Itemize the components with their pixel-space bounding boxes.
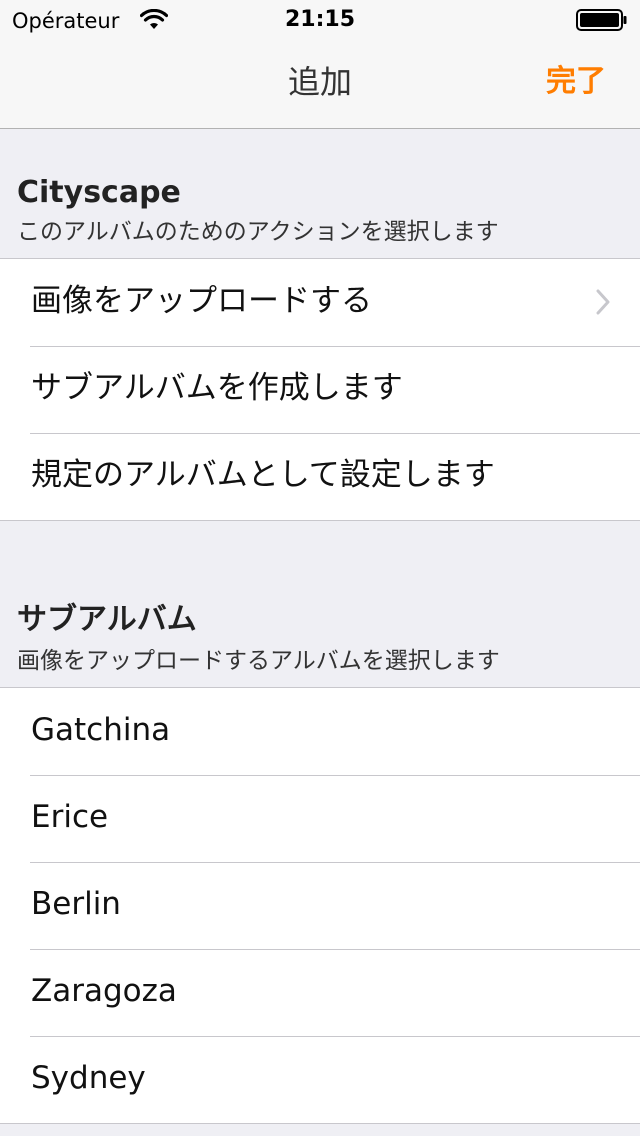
subalbums-section-header: サブアルバム 画像をアップロードするアルバムを選択します	[0, 522, 640, 687]
list-item[interactable]: Erice	[0, 775, 640, 862]
status-bar: Opérateur 21:15	[0, 0, 640, 40]
subalbums-list: Gatchina Erice Berlin Zaragoza Sydney	[0, 687, 640, 1124]
subalbums-title: サブアルバム	[17, 602, 197, 637]
list-item-label: Sydney	[31, 1060, 146, 1096]
subalbums-subtitle: 画像をアップロードするアルバムを選択します	[17, 648, 500, 674]
list-item-label: Erice	[31, 799, 109, 835]
done-button[interactable]: 完了	[546, 62, 606, 102]
list-item[interactable]: Sydney	[0, 1036, 640, 1123]
album-title: Cityscape	[17, 175, 181, 210]
actions-section-header: Cityscape このアルバムのためのアクションを選択します	[0, 129, 640, 258]
list-item-label: Zaragoza	[31, 973, 177, 1009]
clock: 21:15	[284, 7, 356, 32]
actions-subtitle: このアルバムのためのアクションを選択します	[17, 219, 499, 245]
create-subalbum-row[interactable]: サブアルバムを作成します	[0, 346, 640, 433]
battery-icon	[576, 9, 627, 31]
list-item-label: 画像をアップロードする	[31, 283, 372, 319]
list-item-label: Gatchina	[31, 712, 171, 748]
navigation-bar: 追加 完了	[0, 40, 640, 129]
list-item[interactable]: Berlin	[0, 862, 640, 949]
set-default-album-row[interactable]: 規定のアルバムとして設定します	[0, 433, 640, 520]
actions-list: 画像をアップロードする サブアルバムを作成します 規定のアルバムとして設定します	[0, 258, 640, 521]
upload-images-row[interactable]: 画像をアップロードする	[0, 259, 640, 346]
list-item[interactable]: Zaragoza	[0, 949, 640, 1036]
list-item-label: 規定のアルバムとして設定します	[31, 457, 495, 493]
list-item-label: Berlin	[31, 886, 121, 922]
page-title: 追加	[287, 63, 352, 101]
list-item-label: サブアルバムを作成します	[31, 370, 403, 406]
chevron-right-icon	[596, 289, 610, 315]
list-item[interactable]: Gatchina	[0, 688, 640, 775]
